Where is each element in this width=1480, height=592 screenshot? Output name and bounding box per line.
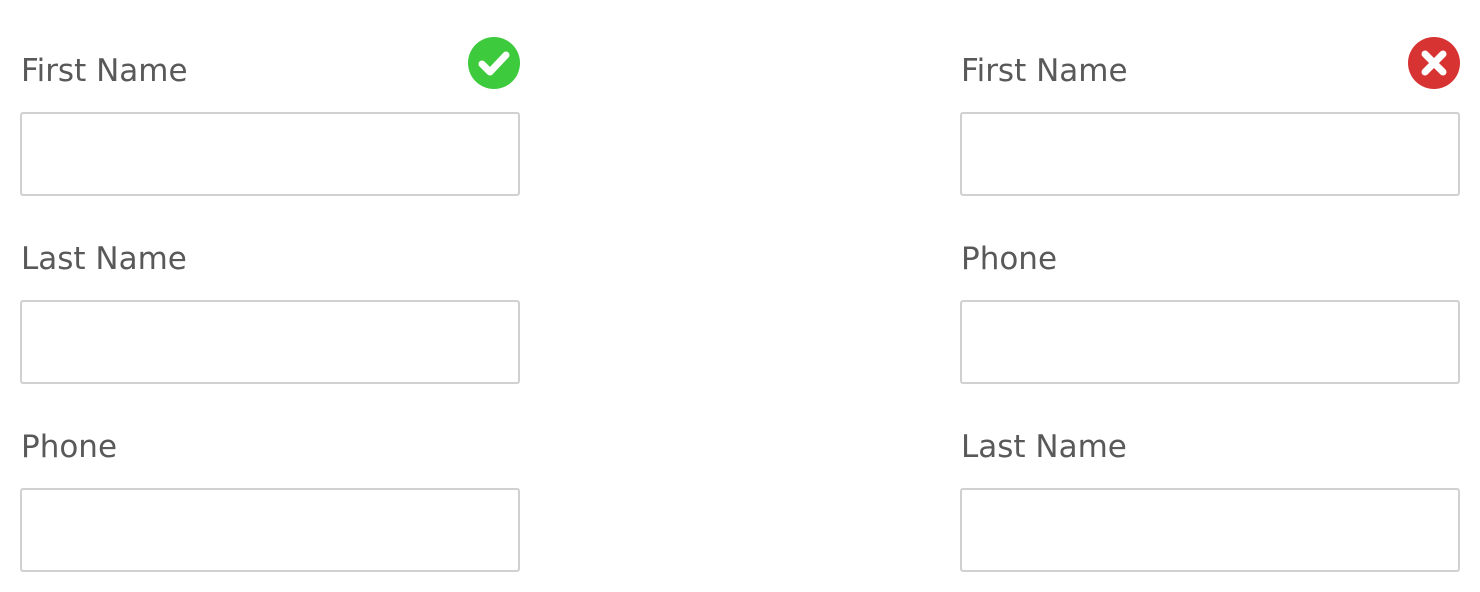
last-name-label: Last Name (21, 241, 187, 277)
first-name-label: First Name (961, 53, 1128, 89)
incorrect-form-example: First Name Phone Last Name (960, 0, 1460, 592)
first-name-input[interactable] (20, 112, 520, 196)
first-name-label: First Name (21, 53, 188, 89)
correct-form-example: First Name Last Name Phone (20, 0, 520, 592)
check-circle-icon (468, 37, 520, 89)
last-name-label: Last Name (961, 429, 1127, 465)
phone-label: Phone (961, 241, 1058, 277)
phone-label: Phone (21, 429, 118, 465)
last-name-input[interactable] (20, 300, 520, 384)
first-name-input[interactable] (960, 112, 1460, 196)
phone-input[interactable] (20, 488, 520, 572)
last-name-input[interactable] (960, 488, 1460, 572)
phone-input[interactable] (960, 300, 1460, 384)
x-circle-icon (1408, 37, 1460, 89)
